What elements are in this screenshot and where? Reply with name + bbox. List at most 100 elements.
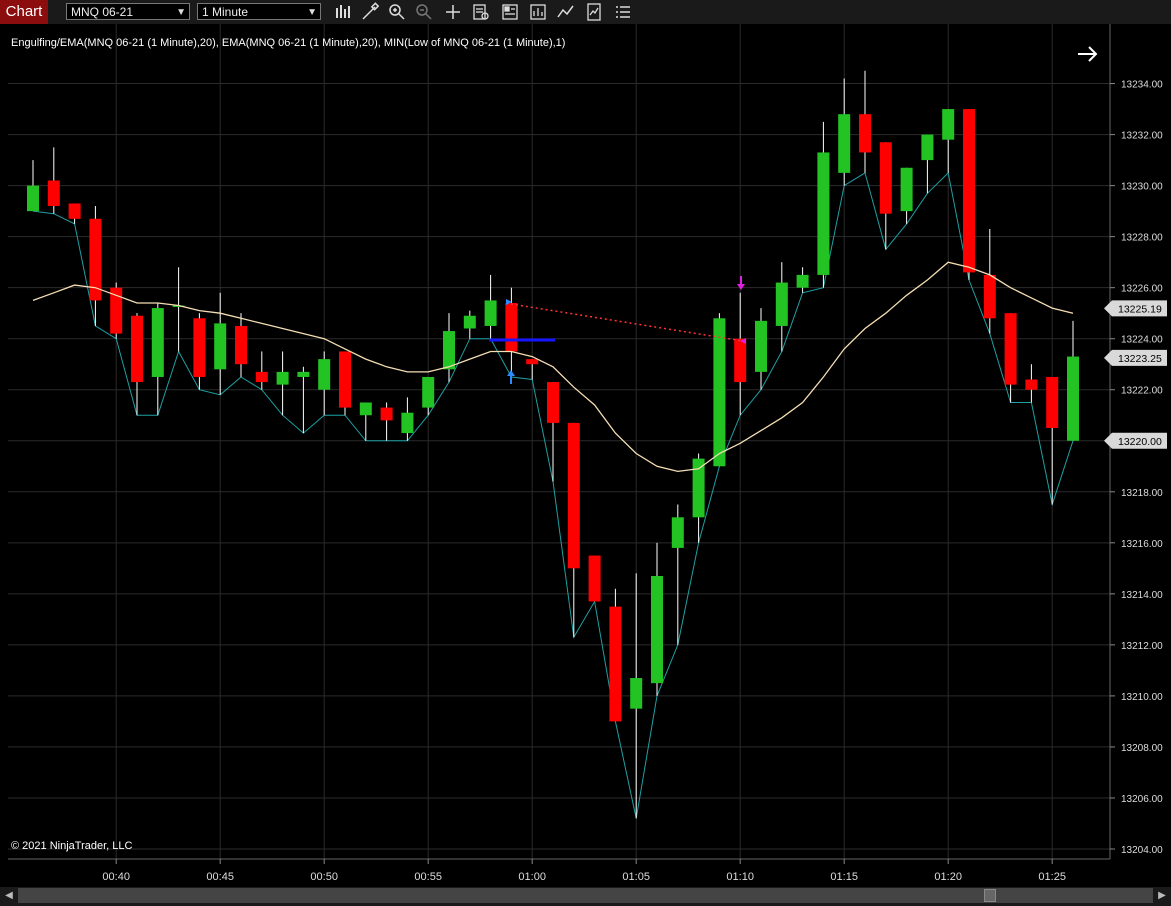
candle-body-down xyxy=(983,274,996,319)
candle-body-up xyxy=(900,167,913,212)
time-tick-label: 00:50 xyxy=(310,871,338,883)
price-tick-label: 13210.00 xyxy=(1121,692,1163,703)
time-tick-label: 01:05 xyxy=(622,871,650,883)
candle-body-down xyxy=(1046,376,1059,428)
price-tick-label: 13204.00 xyxy=(1121,845,1163,856)
price-tick-label: 13214.00 xyxy=(1121,590,1163,601)
price-tick-label: 13226.00 xyxy=(1121,284,1163,295)
zoom-out-icon[interactable] xyxy=(414,2,434,22)
candle-body-up xyxy=(297,371,310,377)
draw-tools-icon[interactable] xyxy=(360,2,380,22)
time-tick-label: 00:40 xyxy=(102,871,130,883)
candle-body-down xyxy=(879,142,892,214)
candle-body-up xyxy=(359,402,372,416)
price-marker: 13220.00 xyxy=(1104,432,1167,449)
candle-body-up xyxy=(651,575,663,684)
candle-body-down xyxy=(734,338,747,383)
scroll-thumb[interactable] xyxy=(984,889,996,902)
candle-body-down xyxy=(68,203,81,219)
candle-body-up xyxy=(838,114,851,173)
window-title: Chart xyxy=(0,0,48,24)
candle-body-up xyxy=(796,274,809,288)
chevron-down-icon: ▼ xyxy=(176,7,186,18)
candle-body-up xyxy=(484,300,497,326)
templates-icon[interactable] xyxy=(584,2,604,22)
candle-body-up xyxy=(692,458,705,518)
time-tick-label: 00:55 xyxy=(414,871,442,883)
scroll-left-icon[interactable]: ◀ xyxy=(2,889,16,903)
candle-body-up xyxy=(775,282,788,326)
scroll-track[interactable] xyxy=(18,888,1153,903)
instrument-selector[interactable]: MNQ 06-21 ▼ xyxy=(66,3,190,20)
candle-body-down xyxy=(963,109,975,273)
candle-body-down xyxy=(567,422,580,569)
candle-body-down xyxy=(47,180,60,207)
candle-body-up xyxy=(630,678,643,709)
chart-toolbar: Chart MNQ 06-21 ▼ 1 Minute ▼ xyxy=(0,0,1171,25)
horizontal-scrollbar[interactable]: ◀ ▶ xyxy=(0,887,1171,906)
instrument-value: MNQ 06-21 xyxy=(71,5,134,19)
candle-body-up xyxy=(671,517,684,548)
candle xyxy=(588,555,601,602)
price-tick-label: 13218.00 xyxy=(1121,488,1163,499)
time-tick-label: 00:45 xyxy=(206,871,234,883)
more-icon[interactable] xyxy=(613,2,633,22)
candle-body-up xyxy=(942,109,955,140)
price-chart[interactable]: 13204.00 13206.00 13208.00 13210.00 13212.00… xyxy=(0,24,1171,887)
candle-body-down xyxy=(1025,379,1038,390)
time-tick-label: 01:20 xyxy=(934,871,962,883)
scroll-right-icon[interactable]: ▶ xyxy=(1155,889,1169,903)
candle-body-up xyxy=(817,152,830,275)
time-tick-label: 01:00 xyxy=(518,871,546,883)
zoom-in-icon[interactable] xyxy=(387,2,407,22)
candle-body-up xyxy=(1067,356,1079,441)
candle xyxy=(963,109,975,281)
indicators-icon[interactable] xyxy=(556,2,576,22)
candle-body-down xyxy=(235,325,247,365)
candle-body-down xyxy=(859,114,871,153)
candle-body-down xyxy=(526,359,539,365)
price-tick-label: 13206.00 xyxy=(1121,794,1163,805)
candle-body-down xyxy=(1004,313,1017,385)
candle-body-down xyxy=(131,315,143,383)
time-tick-label: 01:10 xyxy=(726,871,754,883)
price-tick-label: 13234.00 xyxy=(1121,80,1163,91)
candle xyxy=(110,282,123,339)
candle-body-down xyxy=(505,302,518,352)
bar-type-icon[interactable] xyxy=(333,2,353,22)
crosshair-icon[interactable] xyxy=(443,2,463,22)
indicator-legend: Engulfing/EMA(MNQ 06-21 (1 Minute),20), … xyxy=(11,37,565,49)
price-tick-label: 13222.00 xyxy=(1121,386,1163,397)
price-tick-label: 13216.00 xyxy=(1121,539,1163,550)
candle-body-up xyxy=(443,331,455,370)
properties-icon[interactable] xyxy=(500,2,520,22)
candle-body-up xyxy=(921,134,934,161)
price-tick-label: 13230.00 xyxy=(1121,182,1163,193)
candle-body-down xyxy=(547,382,559,423)
price-tick-label: 13232.00 xyxy=(1121,131,1163,142)
strategies-icon[interactable] xyxy=(528,2,548,22)
interval-value: 1 Minute xyxy=(202,5,249,19)
time-tick-label: 01:25 xyxy=(1038,871,1066,883)
price-marker-label: 13225.19 xyxy=(1118,303,1162,315)
candle-body-down xyxy=(380,407,393,421)
data-box-icon[interactable] xyxy=(471,2,491,22)
price-tick-label: 13224.00 xyxy=(1121,335,1163,346)
candle-body-down xyxy=(193,318,206,377)
candle-body-up xyxy=(755,320,767,372)
price-marker: 13223.25 xyxy=(1104,349,1167,366)
interval-selector[interactable]: 1 Minute ▼ xyxy=(197,3,321,20)
candle-body-up xyxy=(422,376,435,408)
candle-body-up xyxy=(214,323,227,370)
price-tick-label: 13208.00 xyxy=(1121,743,1163,754)
price-tick-label: 13228.00 xyxy=(1121,233,1163,244)
chevron-down-icon: ▼ xyxy=(307,7,317,18)
candle-body-down xyxy=(609,606,622,722)
time-tick-label: 01:15 xyxy=(830,871,858,883)
candle-body-up xyxy=(318,359,331,390)
candle-body-up xyxy=(276,371,289,385)
price-marker-label: 13223.25 xyxy=(1118,353,1162,365)
candle xyxy=(609,588,622,722)
candle-body-up xyxy=(713,318,726,467)
candle-body-up xyxy=(463,315,476,329)
